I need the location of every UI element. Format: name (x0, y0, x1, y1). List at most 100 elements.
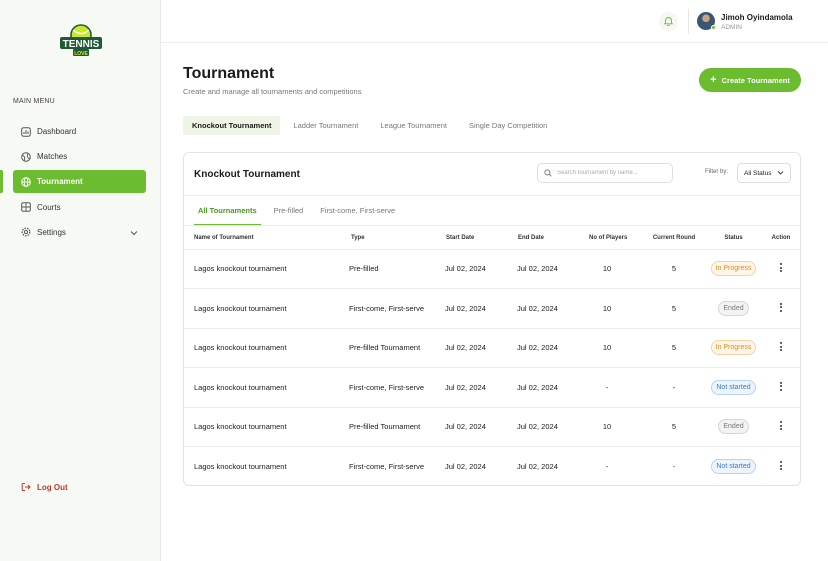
start-date-cell: Jul 02, 2024 (445, 367, 517, 408)
column-header[interactable]: Start Date (445, 227, 517, 250)
tennis-ball-icon (21, 151, 31, 162)
topbar: Jimoh Oyindamola ADMIN (161, 0, 828, 43)
tournament-name-cell: Lagos knockout tournament (184, 328, 348, 368)
status-badge: Ended (718, 419, 749, 435)
status-filter-select[interactable]: All Status (737, 163, 791, 183)
current-round-cell: - (643, 367, 705, 408)
current-round-cell: 5 (643, 288, 705, 329)
type-cell: First-come, First-serve (349, 462, 424, 471)
column-header[interactable]: Current Round (643, 227, 705, 250)
sidebar-item-settings[interactable]: Settings (13, 221, 146, 244)
more-options-icon[interactable] (779, 420, 783, 431)
sidebar-item-matches[interactable]: Matches (13, 145, 146, 168)
active-indicator (0, 170, 3, 194)
divider (184, 225, 800, 226)
status-badge: In Progress (710, 261, 757, 277)
main-menu-heading: MAIN MENU (13, 98, 55, 105)
globe-icon (21, 177, 31, 187)
status-cell: In Progress (705, 328, 762, 368)
table-row[interactable]: Lagos knockout tournament Pre-filled Tour… (184, 328, 800, 368)
dashboard-icon (21, 126, 31, 137)
type-cell: Pre-filled Tournament (348, 407, 445, 447)
subtab-first-come[interactable]: First-come, First-serve (316, 196, 399, 225)
current-round-cell: - (672, 462, 676, 471)
subtab-all-tournaments[interactable]: All Tournaments (194, 196, 261, 225)
tab-single-day[interactable]: Single Day Competition (460, 116, 556, 135)
type-cell: Pre-filled Tournament (348, 328, 445, 368)
tournament-card: Knockout Tournament Filter by: All Statu… (183, 152, 801, 486)
sidebar-item-label: Tournament (37, 177, 83, 187)
more-options-icon[interactable] (779, 381, 783, 392)
action-cell (762, 249, 800, 289)
table-row[interactable]: Lagos knockout tournament First-come, Fir… (184, 288, 800, 329)
sidebar-item-courts[interactable]: Courts (13, 196, 146, 219)
players-cell: 10 (589, 407, 643, 447)
user-name: Jimoh Oyindamola (721, 13, 793, 22)
end-date-cell: Jul 02, 2024 (517, 288, 589, 329)
column-header[interactable]: Name of Tournament (184, 227, 348, 250)
logo-wordmark: TENNIS (63, 39, 100, 50)
card-title: Knockout Tournament (194, 169, 300, 180)
sidebar-item-label: Dashboard (37, 127, 77, 136)
end-date-cell: Jul 02, 2024 (517, 462, 558, 471)
action-cell (762, 407, 800, 447)
tennis-love-logo[interactable]: TENNIS LOVE (58, 24, 104, 58)
search-icon (544, 164, 552, 182)
tournament-name-cell: Lagos knockout tournament (184, 288, 348, 329)
tab-ladder[interactable]: Ladder Tournament (284, 116, 367, 135)
table-header-row: Name of Tournament Type Start Date End D… (184, 227, 800, 250)
tab-league[interactable]: League Tournament (371, 116, 456, 135)
column-header[interactable]: Type (348, 227, 445, 250)
sidebar-item-dashboard[interactable]: Dashboard (13, 120, 146, 143)
sidebar: TENNIS LOVE MAIN MENU Dashboard Matches … (0, 0, 161, 561)
status-cell: Not started (705, 447, 762, 486)
sidebar-item-label: Settings (37, 227, 66, 237)
players-cell: - (605, 462, 609, 471)
column-header[interactable]: Status (705, 227, 762, 250)
subtab-pre-filled[interactable]: Pre-filled (270, 196, 308, 225)
status-badge: In Progress (710, 340, 757, 356)
sidebar-item-tournament[interactable]: Tournament (0, 170, 146, 194)
status-cell: Ended (705, 407, 762, 447)
page-subtitle: Create and manage all tournaments and co… (183, 87, 362, 96)
status-subtabs: All Tournaments Pre-filled First-come, F… (194, 196, 408, 225)
table-row[interactable]: Lagos knockout tournament Pre-filled Jul 0… (184, 249, 800, 289)
action-cell (762, 288, 800, 329)
start-date-cell: Jul 02, 2024 (445, 462, 486, 471)
table-row[interactable]: Lagos knockout tournament Pre-filled Tour… (184, 407, 800, 447)
current-round-cell: 5 (643, 249, 705, 289)
table-body: Lagos knockout tournament Pre-filled Jul 0… (184, 249, 800, 486)
status-cell: In Progress (705, 249, 762, 289)
logo-subtext: LOVE (74, 51, 88, 57)
notifications-button[interactable] (659, 12, 678, 31)
action-cell (762, 328, 800, 368)
topbar-divider (688, 9, 689, 34)
online-status-dot (711, 25, 716, 30)
search-box[interactable] (537, 163, 673, 183)
column-header[interactable]: No of Players (589, 227, 643, 250)
tournament-name-cell: Lagos knockout tournament (184, 407, 348, 447)
create-tournament-button[interactable]: + Create Tournament (699, 68, 801, 92)
page-title: Tournament (183, 65, 275, 82)
status-filter-value: All Status (744, 169, 772, 177)
more-options-icon[interactable] (779, 262, 783, 273)
bell-icon (663, 13, 674, 31)
action-cell (762, 367, 800, 408)
column-header[interactable]: End Date (517, 227, 589, 250)
table-row[interactable]: Lagos knockout tournament First-come, Fir… (184, 447, 800, 486)
create-tournament-label: Create Tournament (721, 75, 790, 85)
column-header[interactable]: Action (762, 227, 800, 250)
more-options-icon[interactable] (779, 302, 783, 313)
chevron-down-icon[interactable] (130, 229, 138, 238)
plus-icon: + (710, 73, 717, 86)
type-cell: First-come, First-serve (348, 367, 445, 408)
logout-button[interactable]: Log Out (21, 482, 68, 492)
tournament-name-cell: Lagos knockout tournament (194, 462, 287, 471)
end-date-cell: Jul 02, 2024 (517, 328, 589, 368)
more-options-icon[interactable] (779, 460, 783, 471)
start-date-cell: Jul 02, 2024 (445, 407, 517, 447)
table-row[interactable]: Lagos knockout tournament First-come, Fir… (184, 367, 800, 408)
more-options-icon[interactable] (779, 341, 783, 352)
tab-knockout[interactable]: Knockout Tournament (183, 116, 281, 135)
search-input[interactable] (557, 170, 667, 176)
